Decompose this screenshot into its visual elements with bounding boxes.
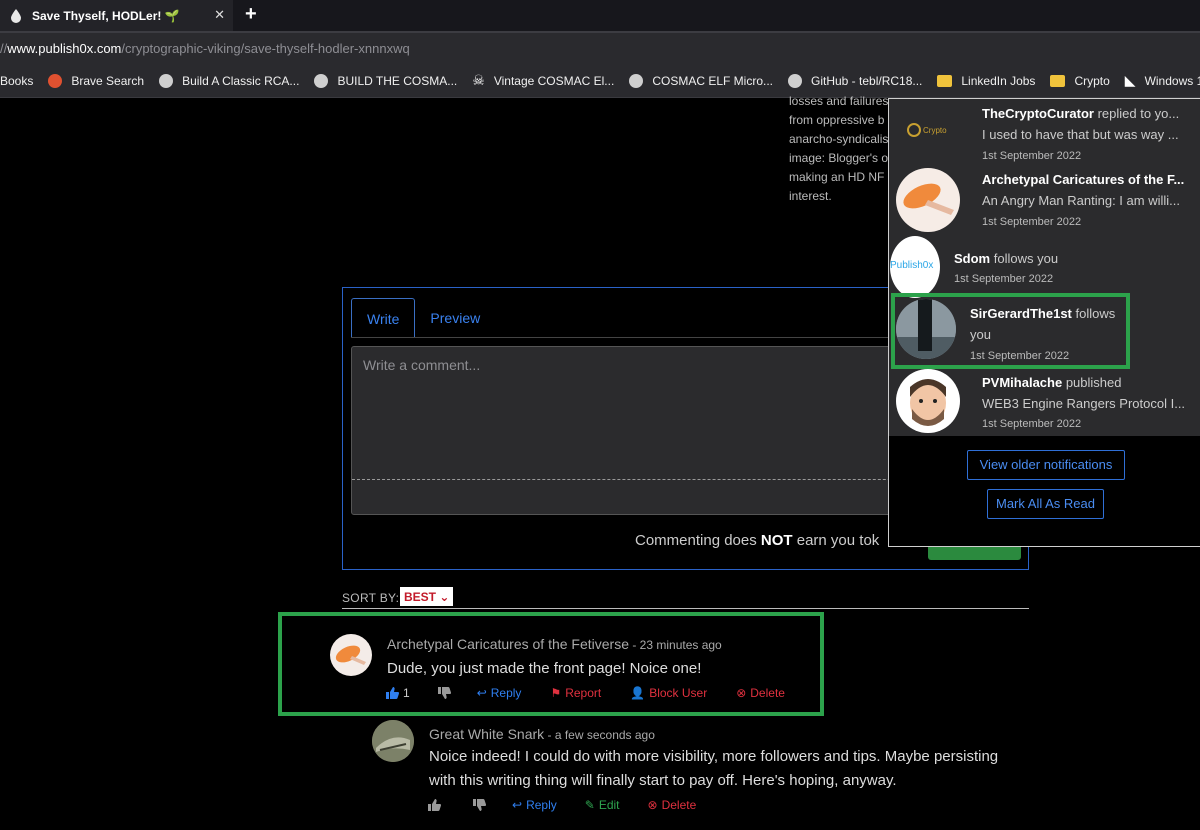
- bookmark-build-the-cosmac[interactable]: BUILD THE COSMA...: [314, 73, 457, 88]
- skull-icon: ☠: [472, 72, 485, 88]
- comment-text: Noice indeed! I could do with more visib…: [429, 745, 1029, 793]
- article-text-snippet: losses and failures from oppressive b an…: [789, 92, 899, 206]
- bookmark-github-tebl[interactable]: GitHub - tebl/RC18...: [788, 73, 922, 88]
- bookmark-books[interactable]: Books: [0, 74, 33, 88]
- article-line: image: Blogger's o: [789, 151, 889, 165]
- bookmark-cosmac-elf-micro[interactable]: COSMAC ELF Micro...: [629, 73, 773, 88]
- notification-title: Archetypal Caricatures of the F...: [982, 172, 1185, 187]
- tab-write[interactable]: Write: [351, 298, 416, 338]
- comment-text-line: with this writing thing will finally sta…: [429, 772, 897, 789]
- chevron-down-icon: ⌄: [439, 590, 450, 604]
- avatar-brand-text: Publish0x: [890, 260, 934, 271]
- url-path: /cryptographic-viking/save-thyself-hodle…: [121, 41, 410, 56]
- new-tab-button[interactable]: +: [245, 3, 257, 26]
- bookmarks-bar: Books Brave Search Build A Classic RCA..…: [0, 64, 1200, 98]
- notification-date: 1st September 2022: [982, 150, 1082, 162]
- comment-meta: Great White Snark - a few seconds ago: [429, 726, 655, 742]
- url-domain: www.publish0x.com: [7, 41, 122, 56]
- folder-icon: [1050, 74, 1066, 87]
- windows-icon: ◣: [1124, 72, 1136, 88]
- bookmark-windows-spotlight[interactable]: ◣Windows 10 Spotli...: [1125, 72, 1200, 89]
- tab-title: Save Thyself, HODLer! 🌱: [32, 8, 180, 23]
- comment-item: Great White Snark - a few seconds ago No…: [372, 720, 1032, 820]
- close-icon[interactable]: ✕: [214, 7, 225, 23]
- folder-icon: [937, 74, 953, 87]
- shark-avatar-icon: [372, 720, 414, 762]
- url-text: //www.publish0x.com/cryptographic-viking…: [0, 41, 410, 56]
- address-bar[interactable]: //www.publish0x.com/cryptographic-viking…: [0, 31, 1200, 64]
- bookmark-linkedin-jobs[interactable]: LinkedIn Jobs: [937, 74, 1035, 88]
- globe-icon: [629, 73, 644, 88]
- highlight-box: [278, 612, 824, 716]
- highlight-box: [891, 293, 1130, 369]
- notification-date: 1st September 2022: [982, 216, 1082, 228]
- comment-actions: ↩ Reply ✎ Edit ⊗ Delete: [428, 798, 696, 812]
- edit-button[interactable]: ✎ Edit: [585, 798, 620, 812]
- sort-select[interactable]: BEST ⌄: [400, 587, 454, 606]
- notification-body: WEB3 Engine Rangers Protocol I...: [982, 396, 1186, 411]
- papaya-avatar-icon: [903, 183, 954, 215]
- article-line: anarcho-syndicalis: [789, 132, 889, 146]
- avatar: Publish0x: [890, 236, 940, 298]
- notification-date: 1st September 2022: [954, 273, 1054, 285]
- globe-icon: [314, 73, 329, 88]
- article-line: from oppressive b: [789, 113, 885, 127]
- avatar: [896, 168, 960, 232]
- notification-list: Crypto TheCryptoCurator replied to yo...…: [889, 99, 1200, 436]
- like-button[interactable]: [428, 799, 445, 811]
- notification-item[interactable]: Archetypal Caricatures of the F... An An…: [889, 166, 1200, 233]
- crypto-curator-logo-icon: Crypto: [907, 123, 947, 137]
- view-older-notifications-button[interactable]: View older notifications: [967, 450, 1125, 480]
- comment-text-line: Noice indeed! I could do with more visib…: [429, 748, 999, 765]
- bookmark-vintage-cosmac[interactable]: ☠ Vintage COSMAC El...: [472, 72, 614, 89]
- notification-item[interactable]: PVMihalache published WEB3 Engine Ranger…: [889, 367, 1200, 436]
- bookmark-build-classic-rca[interactable]: Build A Classic RCA...: [159, 73, 299, 88]
- browser-tabstrip: Save Thyself, HODLer! 🌱 ✕ +: [0, 0, 1200, 31]
- thumbs-up-icon: [428, 799, 441, 811]
- avatar[interactable]: [372, 720, 414, 762]
- close-circle-icon: ⊗: [647, 798, 658, 812]
- article-line: interest.: [789, 189, 832, 203]
- notification-title: TheCryptoCurator replied to yo...: [982, 106, 1180, 121]
- notification-title: Sdom follows you: [954, 251, 1059, 266]
- mark-all-read-button[interactable]: Mark All As Read: [987, 489, 1104, 519]
- comment-author[interactable]: Great White Snark: [429, 726, 544, 742]
- avatar: [896, 369, 960, 433]
- commenting-note: Commenting does NOT earn you tok: [635, 532, 880, 549]
- brave-icon: [48, 73, 63, 88]
- notification-body: I used to have that but was way ...: [982, 127, 1179, 142]
- notification-title: PVMihalache published: [982, 375, 1122, 390]
- bookmark-brave-search[interactable]: Brave Search: [48, 73, 144, 88]
- sort-bar: SORT BY: BEST ⌄: [342, 587, 1029, 609]
- delete-button[interactable]: ⊗ Delete: [648, 798, 697, 812]
- svg-text:Crypto: Crypto: [923, 126, 947, 135]
- notification-item[interactable]: Publish0x Sdom follows you 1st September…: [889, 233, 1200, 298]
- article-line: making an HD NF: [789, 170, 885, 184]
- reply-icon: ↩: [512, 798, 523, 812]
- avatar: Crypto: [907, 121, 951, 139]
- reply-button[interactable]: ↩ Reply: [512, 798, 557, 812]
- notification-item[interactable]: Crypto TheCryptoCurator replied to yo...…: [889, 99, 1200, 166]
- cartoon-face-avatar-icon: [910, 379, 946, 426]
- article-line: losses and failures: [789, 94, 889, 108]
- globe-icon: [159, 73, 174, 88]
- thumbs-down-icon: [473, 799, 486, 811]
- browser-tab-active[interactable]: Save Thyself, HODLer! 🌱 ✕: [0, 0, 233, 31]
- dislike-button[interactable]: [473, 799, 490, 811]
- comment-time: a few seconds ago: [554, 728, 655, 742]
- editor-tabs: Write Preview: [351, 298, 495, 338]
- bookmark-crypto[interactable]: Crypto: [1050, 74, 1110, 88]
- droplet-icon: [11, 8, 21, 23]
- sort-label: SORT BY:: [342, 591, 400, 605]
- github-icon: [788, 73, 802, 88]
- notification-date: 1st September 2022: [982, 418, 1082, 430]
- notification-body: An Angry Man Ranting: I am willi...: [982, 193, 1180, 208]
- tab-preview[interactable]: Preview: [415, 298, 495, 338]
- edit-icon: ✎: [584, 798, 595, 812]
